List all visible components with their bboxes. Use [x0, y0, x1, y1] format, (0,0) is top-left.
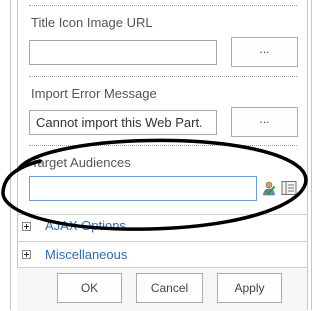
- title-icon-url-browse-button[interactable]: ...: [231, 37, 298, 67]
- left-border-outer: [10, 0, 11, 310]
- right-border-outer: [311, 0, 312, 310]
- import-error-label: Import Error Message: [31, 86, 157, 101]
- ajax-options-section[interactable]: AJAX Options: [45, 218, 126, 233]
- import-error-browse-button[interactable]: ...: [231, 107, 298, 137]
- apply-button[interactable]: Apply: [217, 273, 282, 303]
- ajax-options-expand-icon[interactable]: [22, 222, 31, 231]
- target-audiences-label: Target Audiences: [31, 155, 131, 170]
- miscellaneous-section[interactable]: Miscellaneous: [45, 247, 127, 262]
- section-divider-2: [17, 241, 307, 242]
- section-divider-1: [17, 214, 307, 215]
- separator-2: [29, 145, 297, 146]
- check-names-icon[interactable]: [261, 180, 277, 196]
- separator-top: [29, 5, 297, 6]
- address-book-icon[interactable]: [281, 180, 297, 196]
- miscellaneous-expand-icon[interactable]: [22, 250, 31, 259]
- left-border-inner: [17, 0, 18, 310]
- import-error-input[interactable]: [29, 110, 217, 135]
- cancel-button[interactable]: Cancel: [136, 273, 203, 303]
- right-border-inner: [307, 0, 308, 310]
- target-audiences-input[interactable]: [29, 176, 257, 201]
- ok-button[interactable]: OK: [57, 273, 122, 303]
- title-icon-url-input[interactable]: [29, 40, 217, 65]
- separator-1: [29, 76, 297, 77]
- title-icon-url-label: Title Icon Image URL: [31, 15, 153, 30]
